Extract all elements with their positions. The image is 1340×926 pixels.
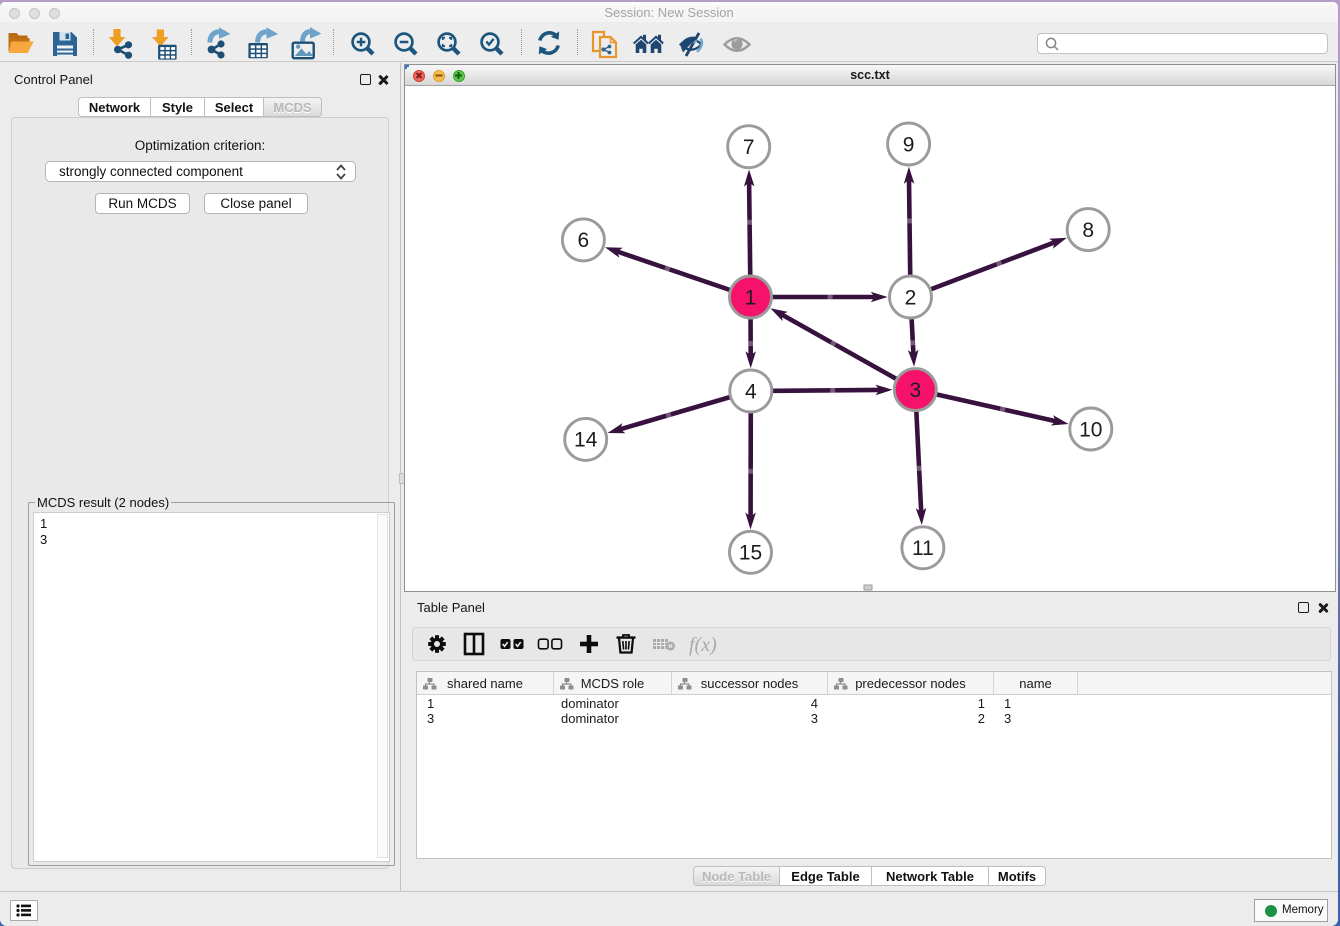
svg-text:3: 3: [909, 379, 921, 402]
svg-text:14: 14: [574, 429, 598, 452]
svg-text:8: 8: [1082, 219, 1094, 242]
svg-text:9: 9: [903, 133, 915, 156]
svg-text:15: 15: [739, 542, 762, 565]
svg-text:11: 11: [912, 537, 934, 560]
svg-text:4: 4: [745, 380, 757, 403]
svg-text:f(x): f(x): [689, 634, 717, 656]
svg-text:2: 2: [905, 286, 917, 309]
svg-text:1: 1: [745, 286, 757, 309]
svg-text:7: 7: [743, 136, 755, 159]
svg-text:6: 6: [578, 229, 590, 252]
svg-text:10: 10: [1079, 418, 1102, 441]
